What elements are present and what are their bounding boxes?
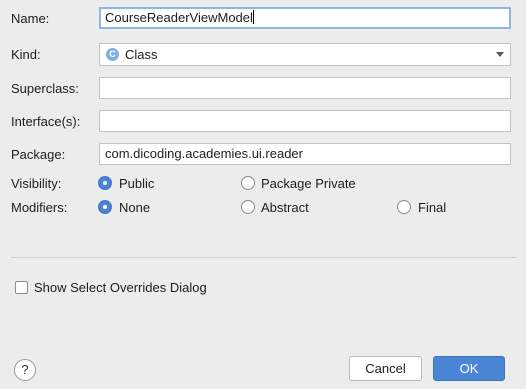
- modifiers-final-label[interactable]: Final: [418, 200, 446, 215]
- show-overrides-checkbox[interactable]: [15, 281, 28, 294]
- visibility-package-private-radio[interactable]: [241, 176, 255, 190]
- visibility-public-radio[interactable]: [98, 176, 112, 190]
- help-button[interactable]: ?: [14, 359, 36, 381]
- package-label: Package:: [11, 147, 66, 162]
- modifiers-abstract-label[interactable]: Abstract: [261, 200, 309, 215]
- modifiers-abstract-radio[interactable]: [241, 200, 255, 214]
- divider: [11, 257, 516, 258]
- ok-button[interactable]: OK: [433, 356, 505, 381]
- show-overrides-label[interactable]: Show Select Overrides Dialog: [34, 280, 207, 295]
- chevron-down-icon: [496, 52, 504, 57]
- visibility-public-label[interactable]: Public: [119, 176, 154, 191]
- kind-select-value: Class: [125, 47, 158, 62]
- cancel-button[interactable]: Cancel: [349, 356, 422, 381]
- interfaces-label: Interface(s):: [11, 114, 81, 129]
- modifiers-label: Modifiers:: [11, 200, 68, 215]
- kind-label: Kind:: [11, 47, 41, 62]
- text-caret: [252, 10, 254, 24]
- interfaces-input[interactable]: [99, 110, 511, 132]
- superclass-label: Superclass:: [11, 81, 79, 96]
- kind-select[interactable]: C Class: [99, 43, 511, 66]
- name-input[interactable]: CourseReaderViewModel: [99, 7, 511, 29]
- modifiers-none-radio[interactable]: [98, 200, 112, 214]
- visibility-package-private-label[interactable]: Package Private: [261, 176, 356, 191]
- name-label: Name:: [11, 11, 50, 26]
- modifiers-none-label[interactable]: None: [119, 200, 150, 215]
- class-icon: C: [106, 48, 119, 61]
- name-input-value: CourseReaderViewModel: [105, 10, 253, 25]
- visibility-label: Visibility:: [11, 176, 62, 191]
- superclass-input[interactable]: [99, 77, 511, 99]
- package-input[interactable]: com.dicoding.academies.ui.reader: [99, 143, 511, 165]
- modifiers-final-radio[interactable]: [397, 200, 411, 214]
